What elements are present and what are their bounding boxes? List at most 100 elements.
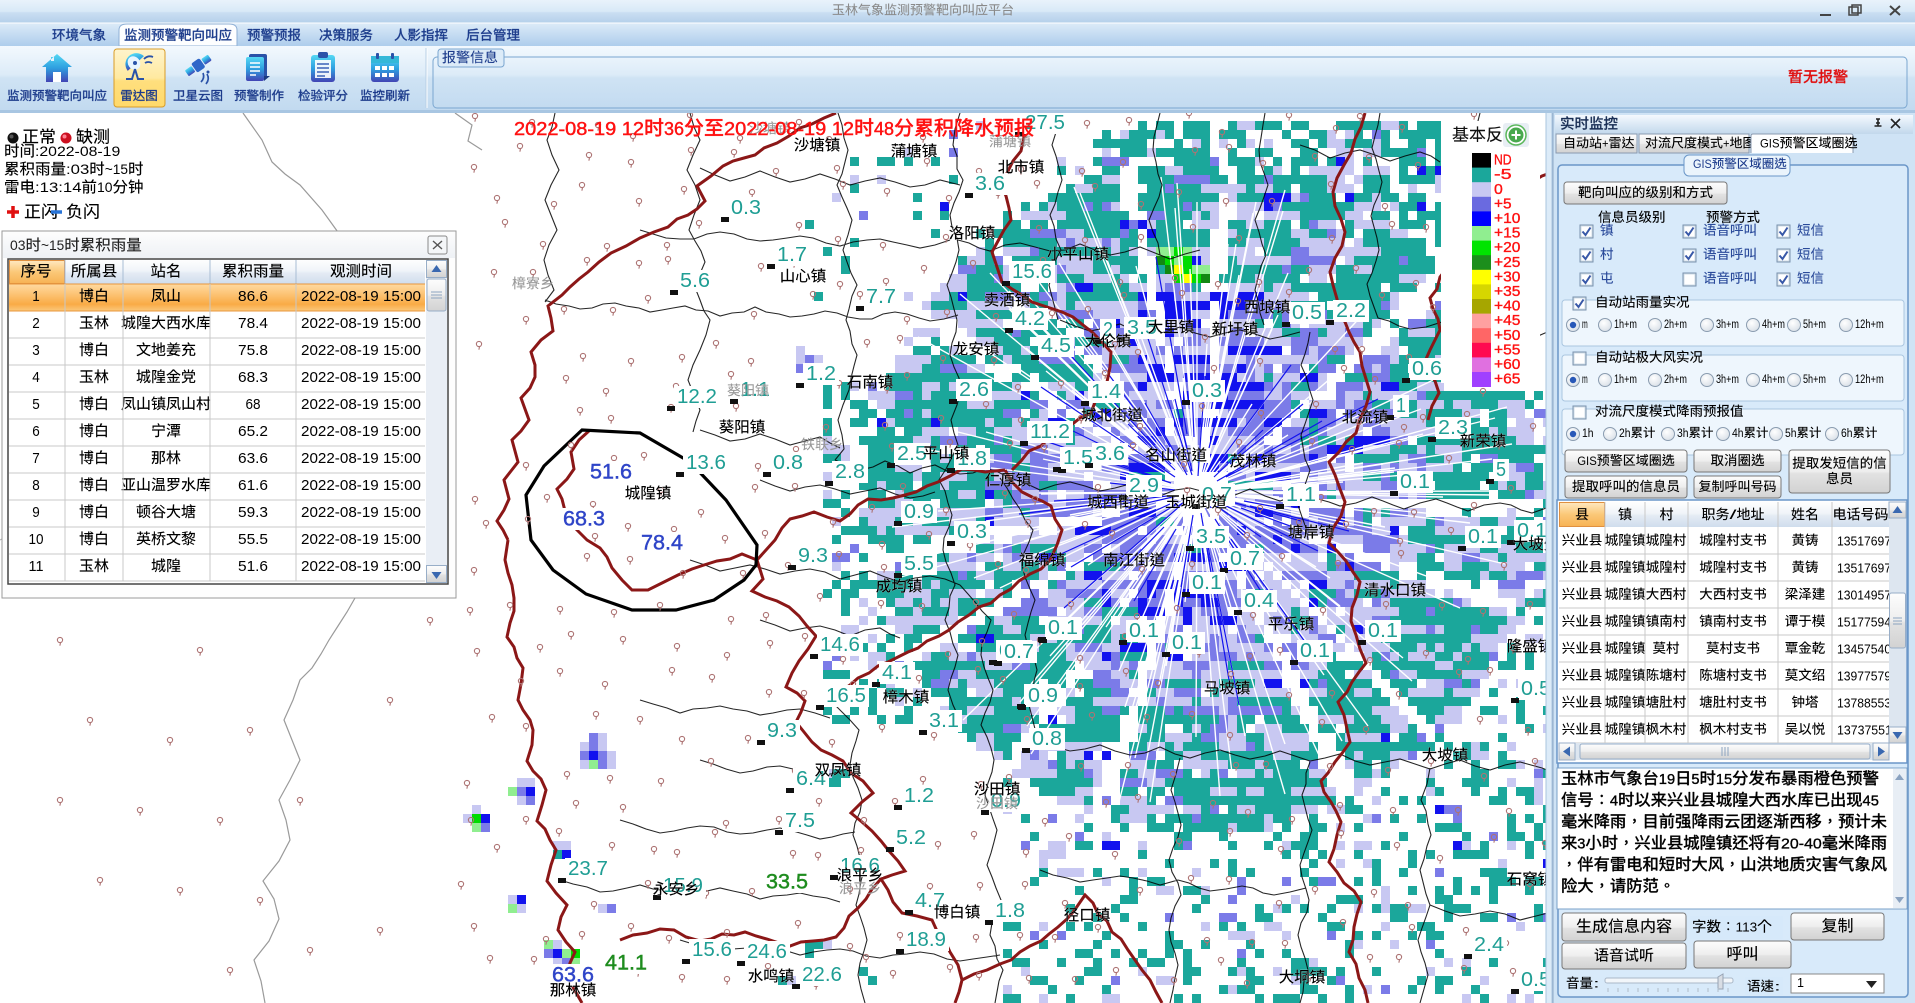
svg-text:4h+m: 4h+m <box>1762 374 1785 386</box>
svg-text:48: 48 <box>874 118 894 139</box>
svg-text:+45: +45 <box>1494 313 1520 329</box>
svg-text:0.8: 0.8 <box>773 452 803 474</box>
svg-text:3h: 3h <box>1677 428 1689 440</box>
svg-text:61.6: 61.6 <box>238 477 268 494</box>
svg-text:+20: +20 <box>1494 240 1520 256</box>
svg-text:135176975: 135176975 <box>1837 560 1898 575</box>
svg-text:+50: +50 <box>1494 328 1520 344</box>
svg-text:5.6: 5.6 <box>680 270 710 292</box>
svg-text:/: / <box>1730 507 1738 522</box>
svg-text:4h+m: 4h+m <box>1762 319 1785 331</box>
svg-text:65.2: 65.2 <box>238 423 268 440</box>
svg-text:7.5: 7.5 <box>785 810 815 832</box>
svg-text:3.6: 3.6 <box>975 173 1005 195</box>
svg-text::2022-08-19: :2022-08-19 <box>35 144 120 160</box>
svg-text:12.2: 12.2 <box>677 386 717 408</box>
svg-text:15: 15 <box>1716 771 1732 788</box>
svg-text:+: + <box>1602 136 1609 150</box>
svg-text:78.4: 78.4 <box>641 532 683 555</box>
svg-text:5: 5 <box>1496 459 1506 481</box>
svg-text:6h: 6h <box>1841 428 1853 440</box>
svg-text:2022-08-19 15:00: 2022-08-19 15:00 <box>301 504 421 521</box>
svg-text:9.3: 9.3 <box>767 720 797 742</box>
svg-text:4: 4 <box>1610 792 1618 809</box>
svg-text:+40: +40 <box>1494 299 1520 315</box>
svg-text:GIS: GIS <box>1577 454 1597 468</box>
svg-text:75.8: 75.8 <box>238 342 268 359</box>
svg-text:15.9: 15.9 <box>663 875 703 897</box>
svg-text:1.7: 1.7 <box>777 244 807 266</box>
svg-text:3: 3 <box>32 342 40 359</box>
svg-text:5h+m: 5h+m <box>1803 374 1826 386</box>
svg-text:2022-08-19 15:00: 2022-08-19 15:00 <box>301 531 421 548</box>
svg-text:4.1: 4.1 <box>882 662 912 684</box>
svg-text:55.5: 55.5 <box>238 531 268 548</box>
svg-text:5: 5 <box>32 396 40 413</box>
svg-text:m: m <box>1582 374 1588 386</box>
svg-text:1h+m: 1h+m <box>1614 319 1637 331</box>
svg-text:24.6: 24.6 <box>747 941 787 963</box>
svg-text:~15: ~15 <box>41 238 64 254</box>
svg-text:0.3: 0.3 <box>731 197 761 219</box>
svg-text:86.6: 86.6 <box>238 288 268 305</box>
svg-text:2.9: 2.9 <box>1129 475 1159 497</box>
svg-text:2022-08-19 15:00: 2022-08-19 15:00 <box>301 369 421 386</box>
svg-text:134575405: 134575405 <box>1837 641 1898 656</box>
svg-text:0.4: 0.4 <box>1244 590 1274 612</box>
svg-text:~15: ~15 <box>105 162 128 178</box>
svg-text:2.6: 2.6 <box>959 379 989 401</box>
svg-text:14.6: 14.6 <box>820 634 860 656</box>
svg-text:3h+m: 3h+m <box>1716 374 1739 386</box>
svg-text:0.9: 0.9 <box>904 501 934 523</box>
svg-text:+55: +55 <box>1494 342 1520 358</box>
svg-text::: : <box>1774 980 1781 994</box>
svg-text:+5: +5 <box>1494 196 1512 212</box>
svg-text:0.9: 0.9 <box>1028 685 1058 707</box>
svg-text::13:14: :13:14 <box>35 180 82 196</box>
svg-text:6: 6 <box>32 423 40 440</box>
svg-text:0.7: 0.7 <box>1202 484 1232 506</box>
svg-text:2022-08-19 15:00: 2022-08-19 15:00 <box>301 315 421 332</box>
svg-text:+15: +15 <box>1494 226 1520 242</box>
svg-text:3h+m: 3h+m <box>1716 319 1739 331</box>
svg-text:2022-08-19 15:00: 2022-08-19 15:00 <box>301 450 421 467</box>
svg-text:0: 0 <box>1494 182 1503 198</box>
svg-text:0.6: 0.6 <box>1412 358 1442 380</box>
svg-text:10: 10 <box>97 180 113 196</box>
svg-text:+65: +65 <box>1494 372 1520 388</box>
svg-text:0.1: 0.1 <box>1400 471 1430 493</box>
svg-text:7: 7 <box>32 450 40 467</box>
svg-text:2022-08-19 15:00: 2022-08-19 15:00 <box>301 396 421 413</box>
svg-text:19: 19 <box>1659 771 1675 788</box>
svg-text:5: 5 <box>1691 771 1699 788</box>
svg-text:13.6: 13.6 <box>686 452 726 474</box>
svg-text:22.6: 22.6 <box>802 964 842 986</box>
svg-text:1.1: 1.1 <box>1286 484 1316 506</box>
svg-text:2022-08-19 15:00: 2022-08-19 15:00 <box>301 342 421 359</box>
svg-text:9.3: 9.3 <box>798 545 828 567</box>
svg-text:1.2: 1.2 <box>806 363 836 385</box>
svg-text:6.4: 6.4 <box>796 768 826 790</box>
svg-text:7.7: 7.7 <box>866 286 896 308</box>
svg-text:ND: ND <box>1494 153 1512 169</box>
svg-text:+25: +25 <box>1494 255 1520 271</box>
svg-text::: : <box>1593 977 1600 991</box>
svg-text:0.7: 0.7 <box>1230 548 1260 570</box>
svg-text:2022-08-19 15:00: 2022-08-19 15:00 <box>301 477 421 494</box>
svg-text:4.5: 4.5 <box>1041 335 1071 357</box>
svg-text:0.1: 0.1 <box>1368 620 1398 642</box>
svg-text:1h+m: 1h+m <box>1614 374 1637 386</box>
svg-text:4.2: 4.2 <box>1015 308 1045 330</box>
svg-text:0.1: 0.1 <box>1468 526 1498 548</box>
svg-text:0.1: 0.1 <box>1129 620 1159 642</box>
svg-text:130149571: 130149571 <box>1837 587 1898 602</box>
svg-text:15.6: 15.6 <box>1012 261 1052 283</box>
svg-text:5h+m: 5h+m <box>1803 319 1826 331</box>
svg-text:9: 9 <box>32 504 40 521</box>
svg-text:2.5: 2.5 <box>897 443 927 465</box>
svg-text:2: 2 <box>32 315 40 332</box>
svg-text:1: 1 <box>1797 975 1804 990</box>
svg-text:1: 1 <box>32 288 40 305</box>
svg-text:20-40: 20-40 <box>1781 835 1822 852</box>
svg-text:45: 45 <box>1863 792 1879 809</box>
